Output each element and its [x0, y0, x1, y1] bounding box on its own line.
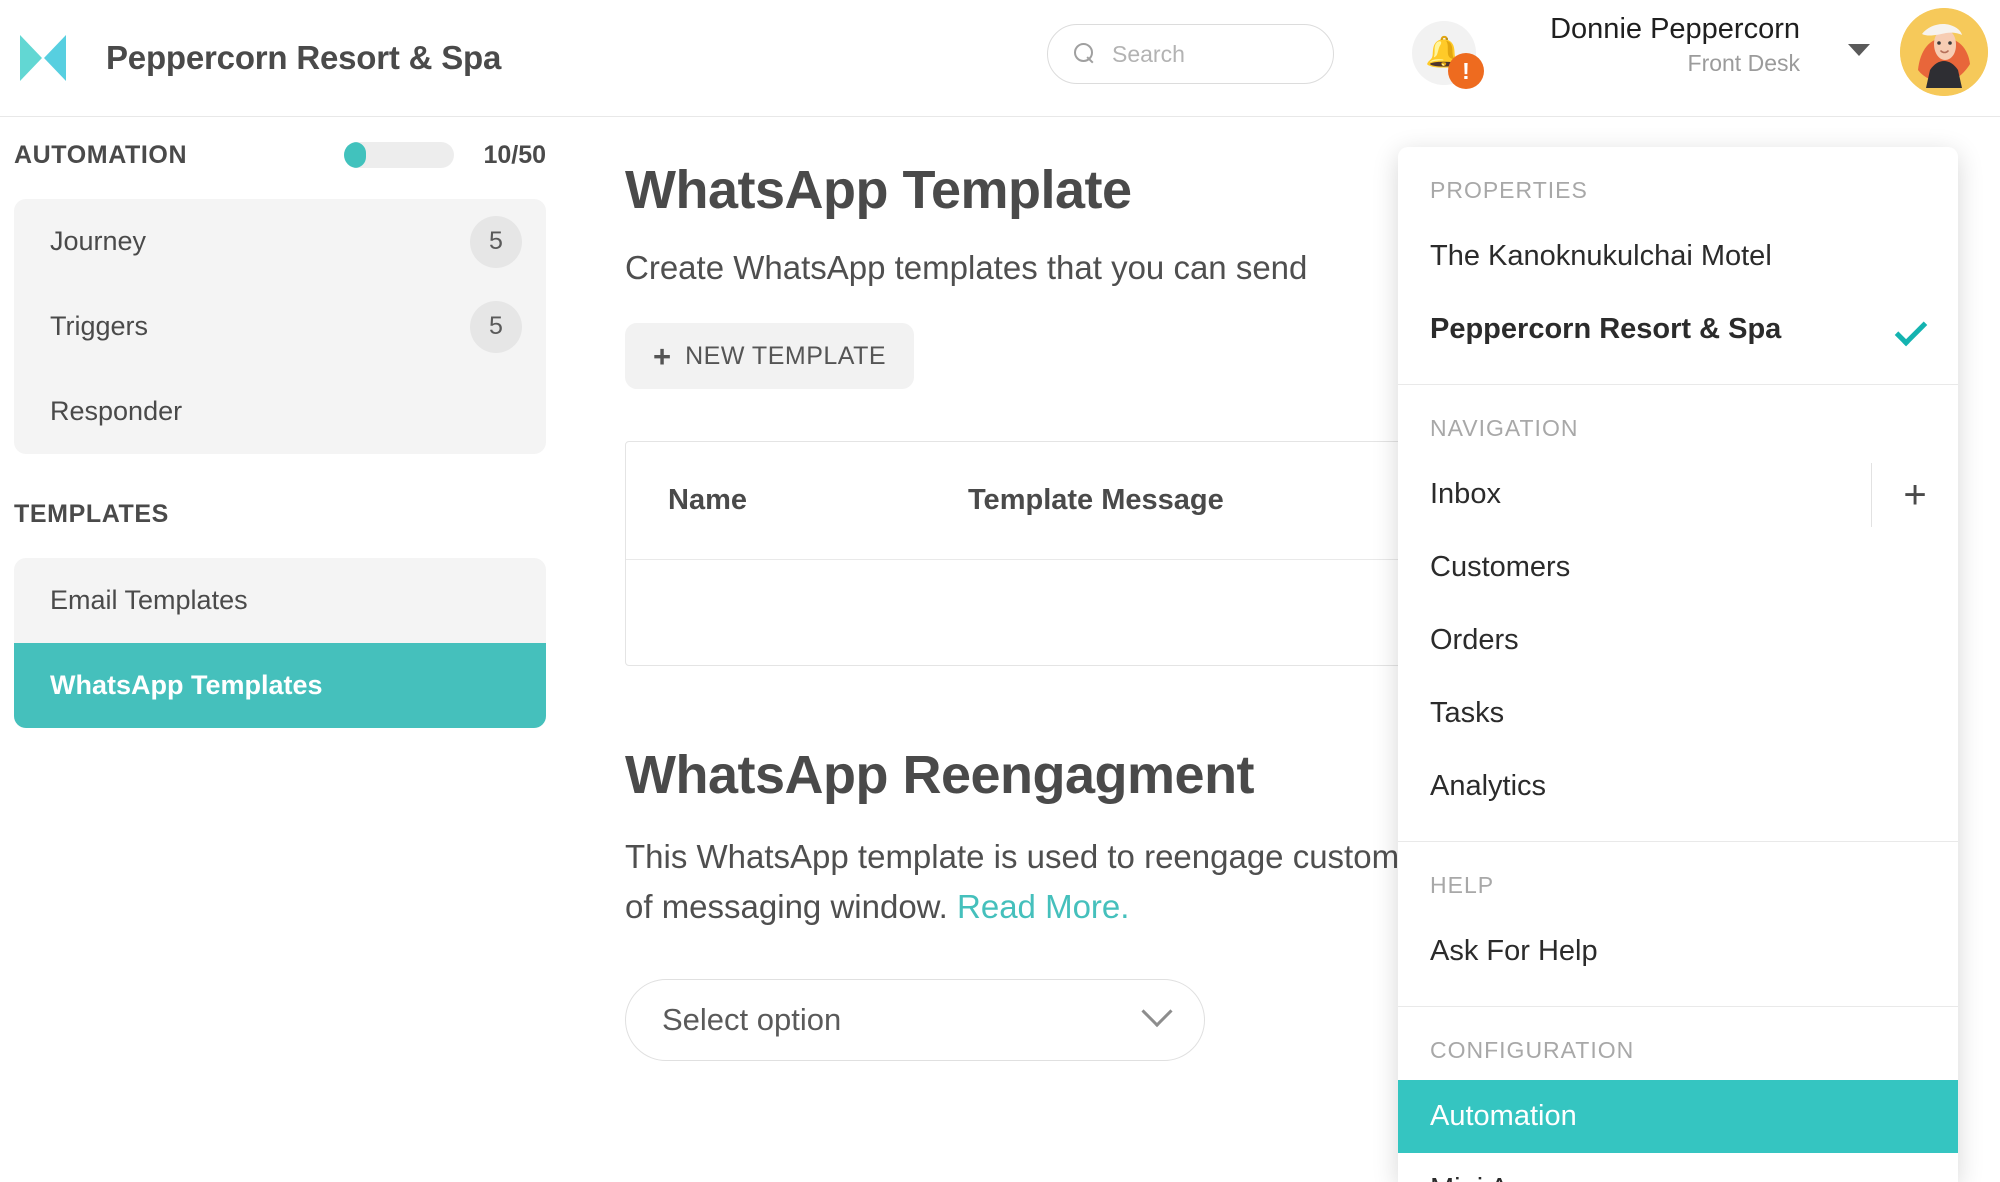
new-template-button[interactable]: + NEW TEMPLATE — [625, 323, 915, 389]
dropdown-item-automation[interactable]: Automation — [1398, 1080, 1958, 1153]
new-template-button-label: NEW TEMPLATE — [685, 341, 887, 370]
automation-quota-bar — [344, 142, 454, 168]
select-option-label: Select option — [662, 1002, 842, 1037]
dropdown-item-tasks[interactable]: Tasks — [1398, 677, 1958, 750]
dropdown-item-label: Customers — [1430, 551, 1571, 583]
dropdown-group-properties-label: PROPERTIES — [1430, 177, 1588, 203]
dropdown-item-customers[interactable]: Customers — [1398, 531, 1958, 604]
dropdown-item-label: The Kanoknukulchai Motel — [1430, 240, 1772, 272]
reengagement-select[interactable]: Select option — [625, 979, 1205, 1061]
dropdown-group-help-label: HELP — [1430, 872, 1495, 898]
automation-nav-group: Journey 5 Triggers 5 Responder — [14, 199, 546, 454]
dropdown-item-label: Analytics — [1430, 770, 1547, 802]
dropdown-item-label: Orders — [1430, 624, 1519, 656]
dropdown-group-navigation-label: NAVIGATION — [1430, 415, 1579, 441]
bowtie-logo-icon — [14, 29, 72, 87]
sidebar: AUTOMATION 10/50 Journey 5 Triggers 5 Re… — [0, 117, 560, 1182]
dropdown-item-label: Automation — [1430, 1100, 1577, 1132]
sidebar-item-responder[interactable]: Responder — [14, 369, 546, 454]
user-name: Donnie Peppercorn — [1550, 13, 1800, 45]
dropdown-item-label: Mini Apps — [1430, 1173, 1556, 1182]
sidebar-item-email-templates[interactable]: Email Templates — [14, 558, 546, 643]
column-header-name: Name — [668, 484, 747, 516]
dropdown-item-orders[interactable]: Orders — [1398, 604, 1958, 677]
notification-badge: ! — [1448, 53, 1484, 89]
chevron-down-icon — [1141, 995, 1173, 1028]
sidebar-item-triggers[interactable]: Triggers 5 — [14, 284, 546, 369]
check-icon — [1894, 313, 1928, 346]
search-input[interactable] — [1112, 40, 1312, 68]
sidebar-item-label: Journey — [50, 226, 147, 256]
sidebar-item-label: Email Templates — [50, 585, 248, 615]
dropdown-item-mini-apps[interactable]: Mini Apps — [1398, 1153, 1958, 1182]
account-dropdown-panel: PROPERTIES The Kanoknukulchai Motel Pepp… — [1398, 147, 1958, 1182]
search-icon — [1074, 43, 1096, 65]
sidebar-section-automation-header: AUTOMATION 10/50 — [14, 117, 546, 193]
section-title: TEMPLATES — [14, 499, 169, 528]
app-root: Peppercorn Resort & Spa 🔔 ! Donnie Peppe… — [0, 0, 2000, 1182]
top-header: Peppercorn Resort & Spa 🔔 ! Donnie Peppe… — [0, 0, 2000, 117]
column-header-template-message: Template Message — [968, 484, 1224, 516]
templates-nav-group: Email Templates WhatsApp Templates — [14, 558, 546, 728]
chevron-down-icon[interactable] — [1848, 44, 1870, 56]
dropdown-item-label: Peppercorn Resort & Spa — [1430, 313, 1782, 345]
dropdown-item-ask-for-help[interactable]: Ask For Help — [1398, 915, 1958, 988]
plus-icon: + — [653, 338, 672, 374]
automation-quota-text: 10/50 — [483, 140, 546, 169]
sidebar-item-whatsapp-templates[interactable]: WhatsApp Templates — [14, 643, 546, 728]
dropdown-item-label: Ask For Help — [1430, 935, 1598, 967]
sidebar-item-label: Triggers — [50, 311, 149, 341]
brand[interactable]: Peppercorn Resort & Spa — [0, 29, 501, 87]
automation-quota-fill — [344, 142, 366, 168]
dropdown-item-analytics[interactable]: Analytics — [1398, 750, 1958, 823]
sidebar-item-badge: 5 — [470, 300, 522, 353]
sidebar-item-label: Responder — [50, 396, 183, 426]
brand-name: Peppercorn Resort & Spa — [106, 39, 502, 76]
dropdown-item-inbox[interactable]: Inbox + — [1398, 458, 1958, 531]
sidebar-item-journey[interactable]: Journey 5 — [14, 199, 546, 284]
user-role: Front Desk — [1687, 49, 1800, 76]
dropdown-item-label: Inbox — [1430, 478, 1501, 510]
notifications-button[interactable]: 🔔 ! — [1412, 21, 1484, 89]
dropdown-item-peppercorn-resort-spa[interactable]: Peppercorn Resort & Spa — [1398, 293, 1958, 366]
search-box[interactable] — [1047, 24, 1334, 84]
dropdown-group-configuration-label: CONFIGURATION — [1430, 1037, 1635, 1063]
dropdown-item-label: Tasks — [1430, 697, 1505, 729]
section-title: AUTOMATION — [14, 140, 188, 169]
user-menu[interactable]: Donnie Peppercorn Front Desk — [1525, 12, 1800, 79]
read-more-link[interactable]: Read More. — [957, 888, 1129, 925]
avatar[interactable] — [1900, 8, 1988, 96]
reengagement-body-line2: of messaging window. — [625, 887, 958, 925]
plus-icon[interactable]: + — [1872, 458, 1958, 531]
sidebar-section-templates-header: TEMPLATES — [14, 476, 546, 552]
dropdown-item-kanoknukulchai-motel[interactable]: The Kanoknukulchai Motel — [1398, 220, 1958, 293]
sidebar-item-badge: 5 — [470, 215, 522, 268]
sidebar-item-label: WhatsApp Templates — [50, 670, 323, 700]
